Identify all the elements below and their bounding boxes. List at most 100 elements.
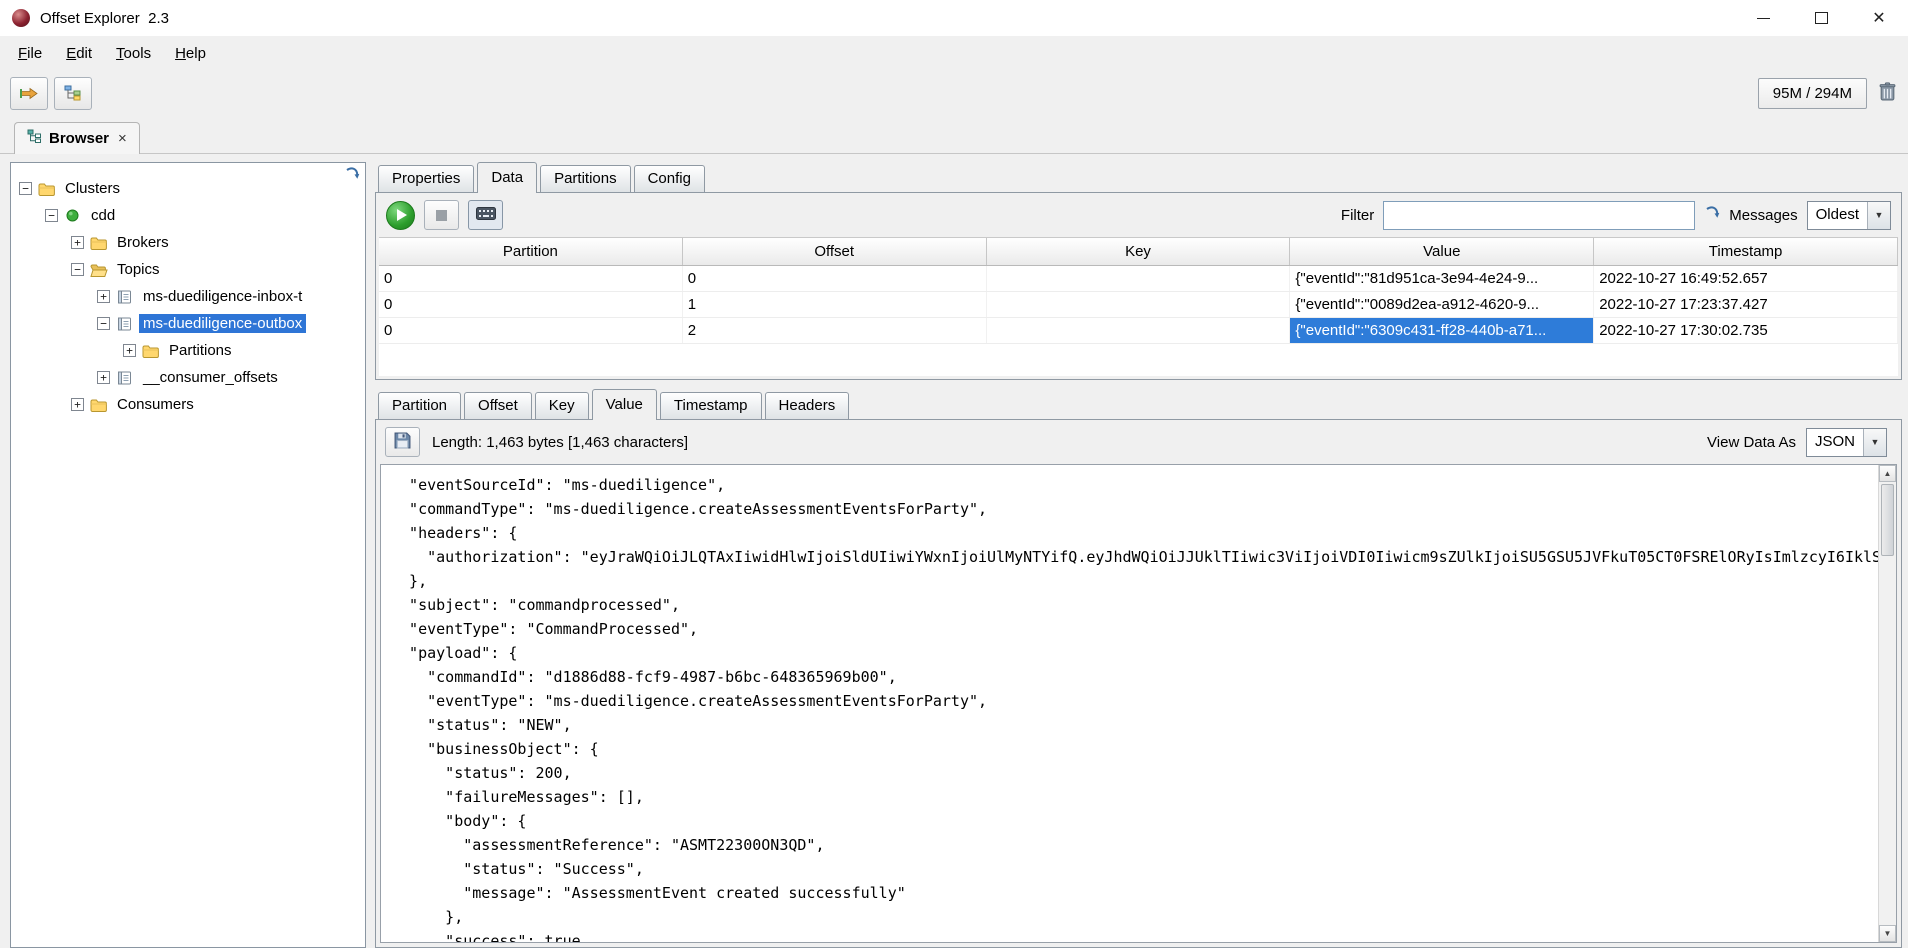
tree-expander-icon[interactable]: − [45,209,58,222]
trash-icon [1879,82,1896,105]
tree-expander-icon[interactable]: + [71,236,84,249]
column-header[interactable]: Offset [683,238,987,265]
topic-tab[interactable]: Partitions [540,165,631,192]
folder-open-icon [89,262,108,278]
menu-item[interactable]: File [8,41,52,66]
chevron-down-icon[interactable]: ▼ [1867,202,1890,229]
json-line: "status": "NEW", [391,713,1878,737]
cell-key[interactable] [987,266,1291,291]
cell-partition[interactable]: 0 [379,292,683,317]
message-order-value: Oldest [1808,202,1867,229]
connect-icon [19,86,39,101]
detail-tab[interactable]: Offset [464,392,532,419]
cell-timestamp[interactable]: 2022-10-27 17:23:37.427 [1594,292,1898,317]
column-header[interactable]: Timestamp [1594,238,1898,265]
scroll-down-icon[interactable]: ▼ [1879,925,1896,942]
tree-expander-icon[interactable]: + [97,371,110,384]
menu-item[interactable]: Tools [106,41,161,66]
tree-expander-icon[interactable]: + [71,398,84,411]
detail-tab[interactable]: Partition [378,392,461,419]
scrollbar-thumb[interactable] [1881,484,1894,556]
tree-item-label: Partitions [165,341,236,360]
json-line: "subject": "commandprocessed", [391,593,1878,617]
tab-close-icon[interactable]: × [118,130,127,147]
tree-item[interactable]: − cdd [11,202,365,229]
tree-item[interactable]: + __consumer_offsets [11,364,365,391]
keyboard-entry-button[interactable] [468,200,503,230]
retrieve-messages-button[interactable] [386,201,415,230]
tree-expander-icon[interactable]: − [71,263,84,276]
message-order-dropdown[interactable]: Oldest ▼ [1807,201,1891,230]
topic-tab[interactable]: Config [634,165,705,192]
value-detail-panel: Length: 1,463 bytes [1,463 characters] V… [375,419,1902,948]
tree-item[interactable]: + Partitions [11,337,365,364]
column-header[interactable]: Value [1290,238,1594,265]
json-viewer[interactable]: "eventSourceId": "ms-duediligence", "com… [381,465,1878,942]
cell-partition[interactable]: 0 [379,266,683,291]
detail-tab[interactable]: Headers [765,392,850,419]
garbage-collect-button[interactable] [1879,82,1896,105]
cell-value[interactable]: {"eventId":"81d951ca-3e94-4e24-9... [1290,266,1594,291]
add-connection-button[interactable] [10,77,48,110]
topic-tab[interactable]: Properties [378,165,474,192]
detail-tab[interactable]: Key [535,392,589,419]
tree-expander-icon[interactable]: + [123,344,136,357]
json-line: "body": { [391,809,1878,833]
tree-expander-icon[interactable]: − [97,317,110,330]
minimize-button[interactable] [1734,0,1792,36]
memory-usage-button[interactable]: 95M / 294M [1758,78,1867,109]
tree-item[interactable]: − ms-duediligence-outbox [11,310,365,337]
close-button[interactable]: ✕ [1850,0,1908,36]
cell-value[interactable]: {"eventId":"6309c431-ff28-440b-a71... [1290,318,1594,343]
apply-filter-icon[interactable] [1704,205,1720,225]
tree-refresh-icon[interactable] [344,166,360,186]
edit-hierarchy-button[interactable] [54,77,92,110]
topic-tab[interactable]: Data [477,162,537,193]
scroll-up-icon[interactable]: ▲ [1879,465,1896,482]
cell-partition[interactable]: 0 [379,318,683,343]
stop-icon [436,210,447,221]
save-button[interactable] [385,427,420,457]
tree-item[interactable]: + Brokers [11,229,365,256]
tree-item[interactable]: + Consumers [11,391,365,418]
cell-offset[interactable]: 1 [683,292,987,317]
chevron-down-icon[interactable]: ▼ [1863,429,1886,456]
vertical-scrollbar[interactable]: ▲ ▼ [1878,465,1896,942]
cell-timestamp[interactable]: 2022-10-27 17:30:02.735 [1594,318,1898,343]
cell-key[interactable] [987,318,1291,343]
cell-offset[interactable]: 2 [683,318,987,343]
keyboard-icon [476,207,496,224]
detail-tab[interactable]: Timestamp [660,392,762,419]
table-row[interactable]: 0 1 {"eventId":"0089d2ea-a912-4620-9... … [379,292,1898,318]
column-header[interactable]: Key [987,238,1291,265]
maximize-icon [1815,12,1828,24]
cell-key[interactable] [987,292,1291,317]
view-format-dropdown[interactable]: JSON ▼ [1806,428,1887,457]
json-line: "status": "Success", [391,857,1878,881]
tab-browser[interactable]: Browser × [14,122,140,154]
browser-tab-icon [27,129,42,147]
cell-offset[interactable]: 0 [683,266,987,291]
tree-item[interactable]: − Clusters [11,175,365,202]
filter-input[interactable] [1383,201,1695,230]
table-row[interactable]: 0 2 {"eventId":"6309c431-ff28-440b-a71..… [379,318,1898,344]
folder-icon [89,397,108,413]
tree-expander-icon[interactable]: − [19,182,32,195]
tree-item[interactable]: + ms-duediligence-inbox-t [11,283,365,310]
stop-button[interactable] [424,200,459,230]
maximize-button[interactable] [1792,0,1850,36]
menu-item[interactable]: Help [165,41,216,66]
menu-item[interactable]: Edit [56,41,102,66]
cell-value[interactable]: {"eventId":"0089d2ea-a912-4620-9... [1290,292,1594,317]
tree-expander-icon[interactable]: + [97,290,110,303]
table-row[interactable]: 0 0 {"eventId":"81d951ca-3e94-4e24-9... … [379,266,1898,292]
cell-timestamp[interactable]: 2022-10-27 16:49:52.657 [1594,266,1898,291]
minimize-icon [1757,18,1770,19]
tree-item[interactable]: − Topics [11,256,365,283]
json-line: "payload": { [391,641,1878,665]
detail-tab[interactable]: Value [592,389,657,420]
message-table: Partition Offset Key Value Timestamp 0 0 [379,237,1898,376]
column-header[interactable]: Partition [379,238,683,265]
topic-icon [115,316,134,332]
json-line: "success": true [391,929,1878,942]
